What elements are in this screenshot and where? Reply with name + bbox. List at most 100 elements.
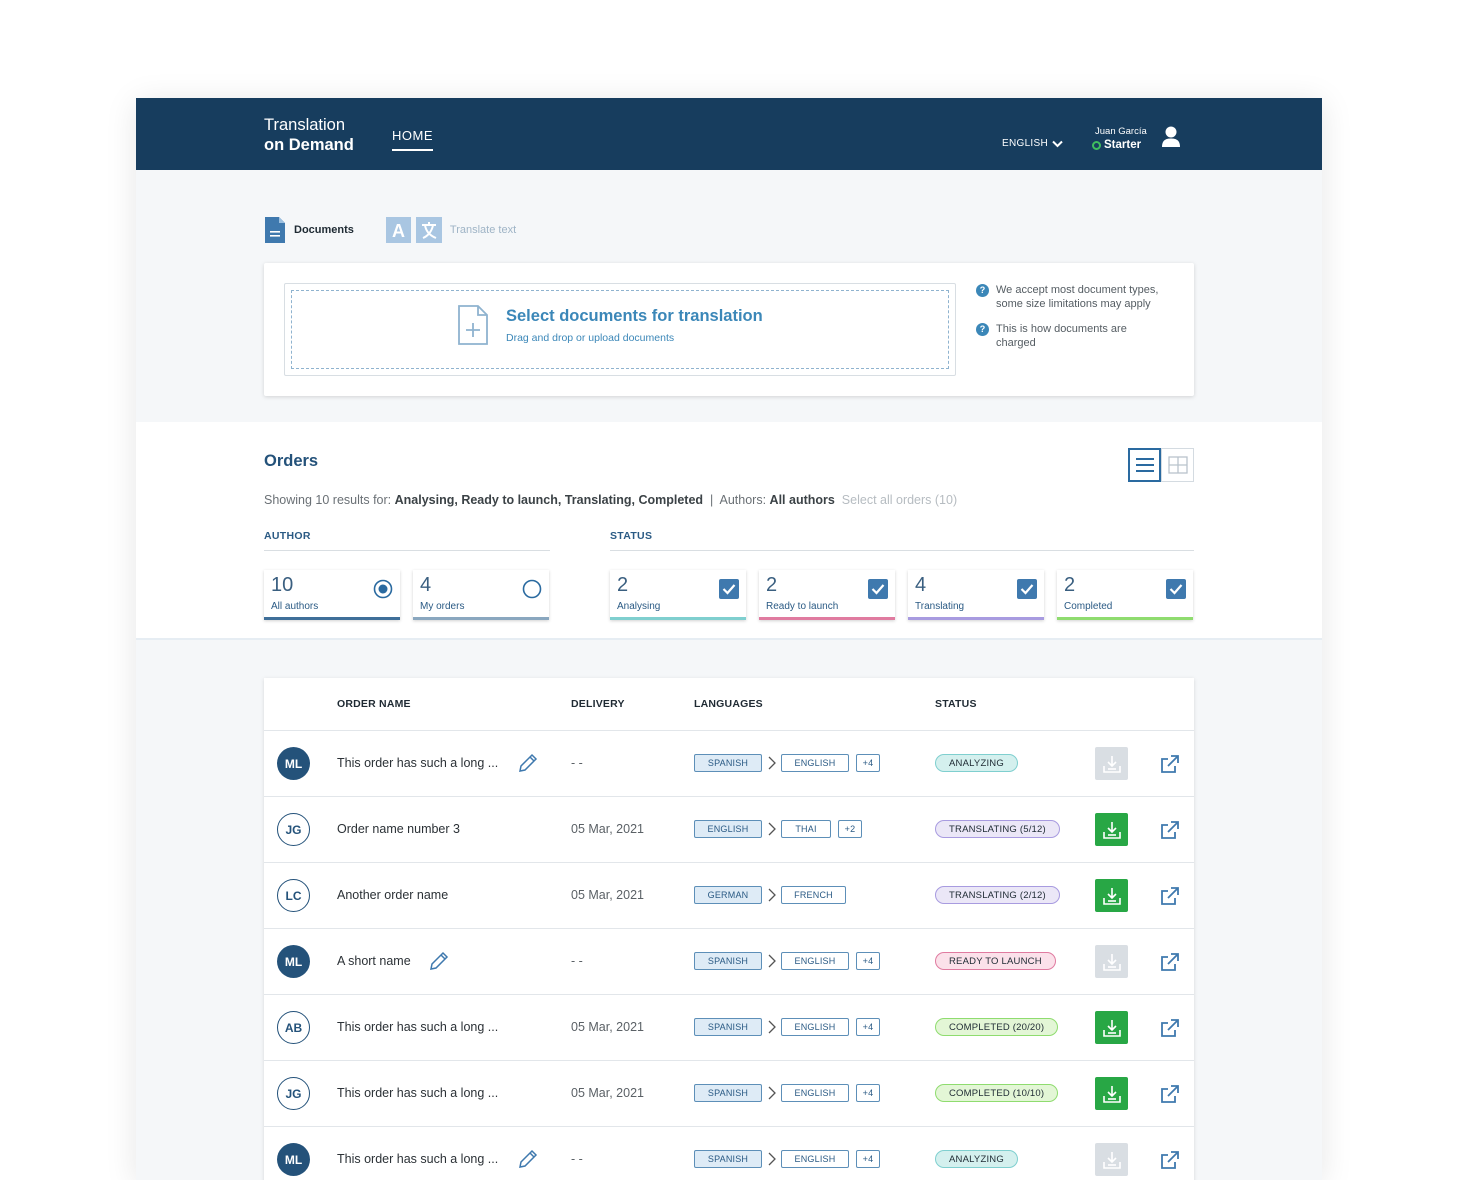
download-icon: [1102, 1019, 1121, 1037]
more-languages-tag[interactable]: +4: [856, 1150, 880, 1168]
pencil-edit-icon[interactable]: [517, 1148, 539, 1170]
target-language-tag: THAI: [781, 820, 831, 838]
open-external-icon[interactable]: [1159, 1149, 1181, 1171]
grid-view-button[interactable]: [1161, 448, 1194, 482]
column-order-name[interactable]: ORDER NAME: [337, 698, 411, 710]
download-button[interactable]: [1095, 945, 1128, 978]
pencil-edit-icon[interactable]: [428, 950, 450, 972]
results-authors-label: Authors:: [719, 493, 767, 507]
user-avatar-icon[interactable]: [1161, 126, 1181, 148]
user-plan: Starter: [1092, 139, 1147, 151]
mode-tabs: Documents A Translate text: [264, 216, 516, 244]
open-external-icon[interactable]: [1159, 753, 1181, 775]
open-external-icon[interactable]: [1159, 1017, 1181, 1039]
delivery-date: - -: [571, 954, 583, 968]
filter-all-authors[interactable]: 10 All authors: [264, 570, 400, 620]
table-row[interactable]: LC Another order name 05 Mar, 2021 GERMAN FR…: [264, 863, 1194, 929]
svg-text:A: A: [392, 221, 405, 241]
table-row[interactable]: ML This order has such a long ... - - SPANI…: [264, 1127, 1194, 1180]
tab-documents[interactable]: Documents: [264, 216, 354, 244]
author-avatar: ML: [277, 945, 310, 978]
download-button[interactable]: [1095, 1011, 1128, 1044]
filter-analysing[interactable]: 2 Analysing: [610, 570, 746, 620]
help-icon: ?: [976, 284, 989, 297]
download-button[interactable]: [1095, 1077, 1128, 1110]
checkbox-checked-icon[interactable]: [719, 579, 739, 599]
more-languages-tag[interactable]: +4: [856, 1084, 880, 1102]
order-name[interactable]: Order name number 3: [337, 822, 460, 836]
order-name[interactable]: A short name: [337, 954, 411, 968]
filter-my-orders[interactable]: 4 My orders: [413, 570, 549, 620]
author-avatar: LC: [277, 879, 310, 912]
status-badge: TRANSLATING (2/12): [935, 886, 1060, 904]
radio-unselected-icon[interactable]: [522, 579, 542, 599]
checkbox-checked-icon[interactable]: [1017, 579, 1037, 599]
filter-translating[interactable]: 4 Translating: [908, 570, 1044, 620]
target-language-tag: ENGLISH: [781, 1018, 849, 1036]
list-view-button[interactable]: [1128, 448, 1161, 482]
open-external-icon[interactable]: [1159, 885, 1181, 907]
filter-completed[interactable]: 2 Completed: [1057, 570, 1193, 620]
download-button[interactable]: [1095, 813, 1128, 846]
author-avatar: ML: [277, 747, 310, 780]
select-all-orders-link[interactable]: Select all orders (10): [842, 493, 957, 507]
more-languages-tag[interactable]: +4: [856, 952, 880, 970]
brand-logo[interactable]: Translation on Demand: [264, 115, 354, 155]
tab-translate-text[interactable]: A Translate text: [385, 217, 516, 243]
open-external-icon[interactable]: [1159, 1083, 1181, 1105]
dropzone-border: [291, 290, 949, 369]
column-status[interactable]: STATUS: [935, 698, 977, 710]
table-row[interactable]: AB This order has such a long ... 05 Mar, …: [264, 995, 1194, 1061]
column-delivery[interactable]: DELIVERY: [571, 698, 625, 710]
order-name[interactable]: This order has such a long ...: [337, 1020, 498, 1034]
checkbox-checked-icon[interactable]: [868, 579, 888, 599]
author-divider: [264, 550, 550, 551]
more-languages-tag[interactable]: +4: [856, 1018, 880, 1036]
chevron-right-icon: [768, 1020, 776, 1034]
open-external-icon[interactable]: [1159, 951, 1181, 973]
dropzone-title: Select documents for translation: [506, 307, 763, 325]
author-avatar: ML: [277, 1143, 310, 1176]
table-row[interactable]: ML A short name - - SPANISH ENGLISH +4 READY T…: [264, 929, 1194, 995]
filter-count: 2: [766, 574, 778, 596]
order-name[interactable]: This order has such a long ...: [337, 756, 498, 770]
dropzone-subtitle[interactable]: Drag and drop or upload documents: [506, 332, 674, 344]
nav-home-link[interactable]: HOME: [392, 128, 433, 151]
source-language-tag: SPANISH: [694, 1084, 762, 1102]
column-languages[interactable]: LANGUAGES: [694, 698, 763, 710]
download-button[interactable]: [1095, 879, 1128, 912]
filter-count: 4: [915, 574, 927, 596]
table-row[interactable]: ML This order has such a long ... - - SPANI…: [264, 731, 1194, 797]
table-row[interactable]: JG Order name number 3 05 Mar, 2021 ENGLISH…: [264, 797, 1194, 863]
user-info[interactable]: Juan García Starter: [1092, 126, 1147, 151]
filter-label: Ready to launch: [766, 601, 839, 612]
order-name[interactable]: This order has such a long ...: [337, 1152, 498, 1166]
delivery-date: 05 Mar, 2021: [571, 888, 644, 902]
filter-ready-to-launch[interactable]: 2 Ready to launch: [759, 570, 895, 620]
chevron-right-icon: [768, 954, 776, 968]
language-selector[interactable]: ENGLISH: [1002, 138, 1063, 149]
filter-label: Analysing: [617, 601, 661, 612]
help-document-types[interactable]: ? We accept most document types, some si…: [976, 283, 1176, 311]
source-language-tag: SPANISH: [694, 1018, 762, 1036]
order-name[interactable]: This order has such a long ...: [337, 1086, 498, 1100]
download-icon: [1102, 887, 1121, 905]
download-button[interactable]: [1095, 747, 1128, 780]
source-language-tag: SPANISH: [694, 952, 762, 970]
more-languages-tag[interactable]: +4: [856, 754, 880, 772]
download-button[interactable]: [1095, 1143, 1128, 1176]
more-languages-tag[interactable]: +2: [838, 820, 862, 838]
radio-selected-icon[interactable]: [373, 579, 393, 599]
status-badge: READY TO LAUNCH: [935, 952, 1056, 970]
table-row[interactable]: JG This order has such a long ... 05 Mar, …: [264, 1061, 1194, 1127]
pencil-edit-icon[interactable]: [517, 752, 539, 774]
help-icon: ?: [976, 323, 989, 336]
target-language-tag: FRENCH: [781, 886, 846, 904]
document-dropzone[interactable]: Select documents for translation Drag an…: [284, 283, 956, 376]
table-header: ORDER NAME DELIVERY LANGUAGES STATUS: [264, 678, 1194, 731]
order-name[interactable]: Another order name: [337, 888, 448, 902]
checkbox-checked-icon[interactable]: [1166, 579, 1186, 599]
open-external-icon[interactable]: [1159, 819, 1181, 841]
language-label: ENGLISH: [1002, 138, 1049, 149]
help-charges[interactable]: ? This is how documents are charged: [976, 322, 1156, 350]
